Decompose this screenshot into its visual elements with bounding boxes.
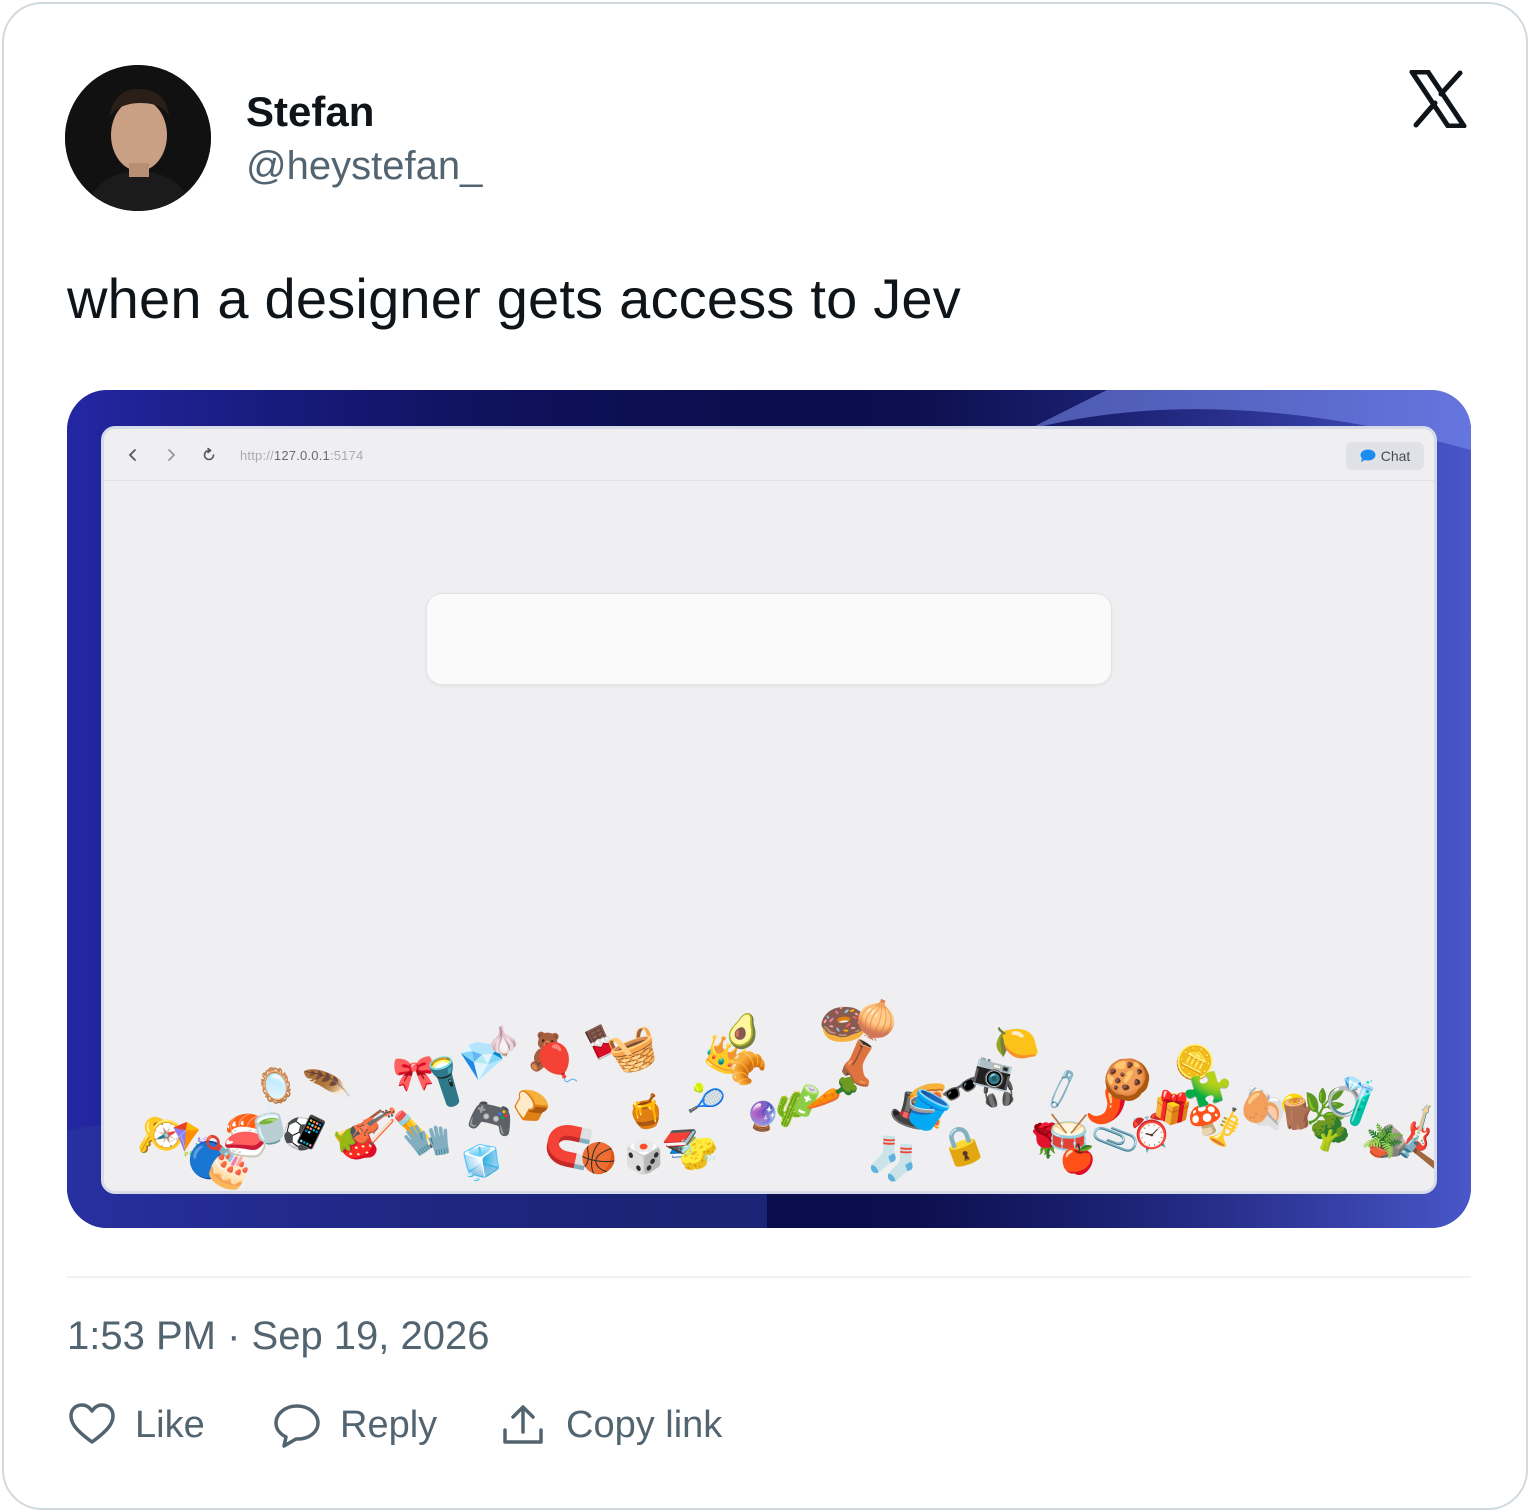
tweet-text: when a designer gets access to Jev [67, 267, 961, 330]
like-label: Like [135, 1403, 205, 1446]
emoji-item: 🔨 [1395, 1133, 1437, 1181]
address-bar[interactable]: http://127.0.0.1:5174 [240, 448, 363, 463]
emoji-item: 🥐 [725, 1048, 771, 1090]
url-host: 127.0.0.1 [273, 448, 330, 463]
chat-label: Chat [1380, 448, 1411, 464]
emoji-item: 🥚 [1234, 1086, 1279, 1129]
divider [67, 1276, 1471, 1278]
heart-icon [69, 1403, 115, 1444]
emoji-pile: 🔑 🧭 🪁 🔵 ✂️ 🎂 🍣 🍵 🪞 ⚽ 📱 🪶 🧹 🍓 🎻 ✏️ 🎀 🧤 🔦 💎 🧊 🎮 🧄 🍞 🧸 🎈 🧲 🍫 🏀 🧺 🎲 🍯 📚 🧽 🎾 👑 🥐 🥑… [104, 969, 1437, 1191]
emoji-item: 🎻 [345, 1099, 400, 1151]
profile-photo [65, 65, 211, 211]
emoji-item: 🧊 [459, 1140, 506, 1184]
emoji-item: 🪞 [250, 1061, 302, 1112]
author-name[interactable]: Stefan [246, 88, 374, 136]
upload-share-icon [503, 1405, 543, 1444]
tweet-card: Stefan @heystefan_ when a designer gets … [2, 2, 1528, 1510]
reply-label: Reply [340, 1403, 438, 1446]
emoji-item: 🎲 [623, 1137, 664, 1176]
emoji-item: 🧦 [865, 1132, 921, 1185]
timestamp[interactable]: 1:53 PM · Sep 19, 2026 [67, 1314, 490, 1359]
emoji-item: 🎾 [684, 1080, 728, 1122]
url-port: :5174 [329, 448, 364, 463]
speech-bubble-icon [274, 1404, 320, 1448]
copy-link-label: Copy link [566, 1403, 723, 1446]
forward-icon[interactable] [162, 446, 180, 464]
emoji-item: 🔒 [932, 1116, 992, 1174]
browser-window: http://127.0.0.1:5174 Chat 🔑 🧭 🪁 🔵 ✂️ 🎂 🍣 🍵 🪞 ⚽ 📱 🪶… [101, 426, 1437, 1194]
emoji-item: 🍯 [623, 1091, 670, 1135]
url-scheme: http:// [240, 448, 274, 463]
back-icon[interactable] [124, 446, 142, 464]
reply-button[interactable]: Reply [272, 1400, 437, 1450]
emoji-item: 🧄 [484, 1022, 524, 1061]
reload-icon[interactable] [200, 446, 218, 464]
copy-link-button[interactable]: Copy link [498, 1400, 722, 1450]
emoji-item: 🍋 [991, 1018, 1041, 1066]
chat-button[interactable]: Chat [1346, 442, 1424, 470]
browser-toolbar: http://127.0.0.1:5174 Chat [104, 429, 1434, 481]
x-logo-icon[interactable] [1408, 70, 1468, 128]
tweet-media[interactable]: http://127.0.0.1:5174 Chat 🔑 🧭 🪁 🔵 ✂️ 🎂 🍣 🍵 🪞 ⚽ 📱 🪶… [67, 390, 1471, 1228]
author-handle[interactable]: @heystefan_ [246, 144, 482, 189]
emoji-item: 🪶 [301, 1059, 354, 1110]
emoji-item: 🍎 [1056, 1138, 1100, 1181]
avatar[interactable] [65, 65, 211, 211]
chat-bubble-icon [1360, 449, 1376, 462]
prompt-input[interactable] [426, 593, 1112, 685]
like-button[interactable]: Like [67, 1400, 205, 1450]
